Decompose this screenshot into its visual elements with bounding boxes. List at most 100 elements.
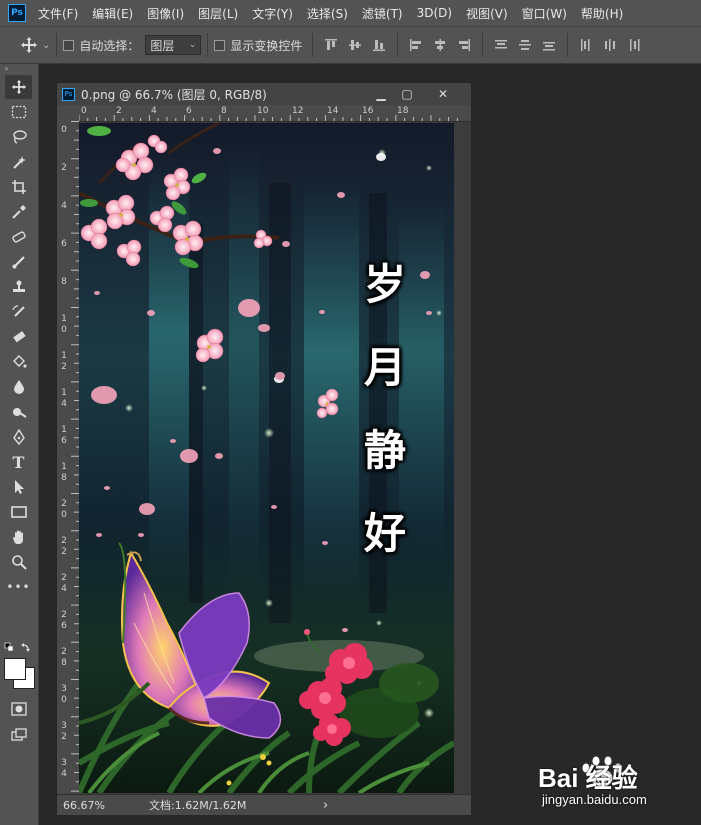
- ruler-mark: 2: [116, 106, 122, 116]
- menu-view[interactable]: 视图(V): [466, 5, 508, 22]
- separator: [397, 33, 399, 57]
- tools-panel: » T •••: [0, 64, 39, 825]
- ruler-mark: 30: [61, 684, 67, 705]
- more-tools-icon[interactable]: •••: [5, 575, 32, 599]
- ruler-mark: 6: [61, 239, 67, 249]
- menu-window[interactable]: 窗口(W): [522, 5, 567, 22]
- distribute-left-icon[interactable]: [579, 38, 593, 52]
- align-left-icon[interactable]: [409, 38, 423, 52]
- separator: [482, 33, 484, 57]
- crop-tool-icon[interactable]: [5, 175, 32, 199]
- align-top-icon[interactable]: [324, 38, 338, 52]
- separator: [567, 33, 569, 57]
- distribute-center-icon[interactable]: [518, 38, 532, 52]
- auto-select-dropdown[interactable]: 图层 ⌄: [145, 35, 202, 55]
- eyedropper-tool-icon[interactable]: [5, 200, 32, 224]
- document-ps-icon: Ps: [62, 87, 75, 101]
- auto-select-label: 自动选择：: [79, 38, 140, 53]
- dropdown-chevron-icon: ⌄: [188, 40, 197, 50]
- close-button[interactable]: ✕: [427, 83, 459, 105]
- ruler-mark: 10: [257, 106, 269, 116]
- distribute-horizontal-icon[interactable]: [603, 38, 617, 52]
- ruler-mark: 20: [61, 499, 67, 520]
- distribute-top-icon[interactable]: [494, 38, 508, 52]
- document-title-bar[interactable]: Ps 0.png @ 66.7% (图层 0, RGB/8) ▁ ▢ ✕: [57, 83, 471, 106]
- show-transform-checkbox[interactable]: [214, 39, 226, 51]
- watermark-url: jingyan.baidu.com: [542, 792, 647, 807]
- move-tool-preset-icon[interactable]: [20, 36, 38, 54]
- ruler-mark: 4: [151, 106, 157, 116]
- ruler-mark: 8: [61, 277, 67, 287]
- foreground-color-swatch[interactable]: [4, 658, 26, 680]
- quick-mask-icon[interactable]: [5, 697, 32, 721]
- lasso-tool-icon[interactable]: [5, 125, 32, 149]
- clone-stamp-tool-icon[interactable]: [5, 275, 32, 299]
- menu-help[interactable]: 帮助(H): [581, 5, 623, 22]
- ruler-mark: 26: [61, 610, 67, 631]
- path-select-tool-icon[interactable]: [5, 475, 32, 499]
- quick-select-tool-icon[interactable]: [5, 150, 32, 174]
- ruler-mark: 28: [61, 647, 67, 668]
- document-size-info: 文档:1.62M/1.62M: [149, 799, 247, 812]
- poem-char: 岁: [363, 260, 406, 309]
- canvas-image[interactable]: 岁 月 静 好: [79, 123, 454, 793]
- ruler-mark: 2: [61, 163, 67, 173]
- align-vertical-center-icon[interactable]: [348, 38, 362, 52]
- eraser-tool-icon[interactable]: [5, 325, 32, 349]
- vertical-ruler[interactable]: 0 2 4 6 8 10 12 14 16 18 20 22 24 26 28 …: [57, 121, 80, 795]
- distribute-right-icon[interactable]: [627, 38, 641, 52]
- move-tool-icon[interactable]: [5, 75, 32, 99]
- brush-tool-icon[interactable]: [5, 250, 32, 274]
- zoom-tool-icon[interactable]: [5, 550, 32, 574]
- pen-tool-icon[interactable]: [5, 425, 32, 449]
- zoom-level[interactable]: 66.67%: [57, 799, 111, 812]
- ruler-mark: 4: [61, 201, 67, 211]
- healing-brush-tool-icon[interactable]: [5, 225, 32, 249]
- ruler-origin[interactable]: [57, 105, 80, 122]
- document-title: 0.png @ 66.7% (图层 0, RGB/8): [81, 87, 267, 102]
- default-colors-icon[interactable]: [4, 642, 34, 654]
- show-transform-label: 显示变换控件: [230, 38, 303, 53]
- paint-bucket-tool-icon[interactable]: [5, 350, 32, 374]
- menu-file[interactable]: 文件(F): [38, 5, 78, 22]
- align-bottom-icon[interactable]: [372, 38, 386, 52]
- dodge-tool-icon[interactable]: [5, 400, 32, 424]
- menu-layer[interactable]: 图层(L): [198, 5, 238, 22]
- maximize-button[interactable]: ▢: [391, 83, 423, 105]
- horizontal-ruler[interactable]: 0 2 4 6 8 10 12 14 16 18: [79, 105, 471, 122]
- menu-type[interactable]: 文字(Y): [252, 5, 293, 22]
- menu-3d[interactable]: 3D(D): [417, 6, 452, 20]
- hand-tool-icon[interactable]: [5, 525, 32, 549]
- align-right-icon[interactable]: [457, 38, 471, 52]
- options-bar: ⌄ 自动选择： 图层 ⌄ 显示变换控件: [0, 26, 701, 64]
- distribute-bottom-icon[interactable]: [542, 38, 556, 52]
- ruler-mark: 16: [61, 425, 67, 446]
- ruler-mark: 14: [61, 388, 67, 409]
- ruler-mark: 12: [61, 351, 67, 372]
- preset-chevron-down-icon[interactable]: ⌄: [42, 40, 50, 51]
- panel-collapse-icon[interactable]: »: [0, 64, 38, 74]
- align-horizontal-center-icon[interactable]: [433, 38, 447, 52]
- ruler-mark: 24: [61, 573, 67, 594]
- separator: [312, 33, 314, 57]
- menu-edit[interactable]: 编辑(E): [92, 5, 133, 22]
- status-menu-arrow-icon[interactable]: ›: [323, 798, 328, 813]
- type-tool-icon[interactable]: T: [5, 450, 32, 474]
- menu-filter[interactable]: 滤镜(T): [362, 5, 403, 22]
- ruler-mark: 10: [61, 314, 67, 335]
- history-brush-tool-icon[interactable]: [5, 300, 32, 324]
- auto-select-checkbox[interactable]: [63, 39, 75, 51]
- ruler-mark: 34: [61, 758, 67, 779]
- menu-image[interactable]: 图像(I): [147, 5, 184, 22]
- menu-select[interactable]: 选择(S): [307, 5, 348, 22]
- ruler-mark: 16: [362, 106, 374, 116]
- marquee-tool-icon[interactable]: [5, 100, 32, 124]
- rectangle-tool-icon[interactable]: [5, 500, 32, 524]
- screen-mode-icon[interactable]: [5, 723, 32, 747]
- status-bar: 66.67% 文档:1.62M/1.62M ›: [57, 794, 471, 815]
- blur-tool-icon[interactable]: [5, 375, 32, 399]
- poem-char: 静: [363, 426, 406, 475]
- ruler-mark: 18: [397, 106, 409, 116]
- poem-text: 岁 月 静 好: [359, 243, 411, 575]
- menu-bar: Ps 文件(F) 编辑(E) 图像(I) 图层(L) 文字(Y) 选择(S) 滤…: [0, 0, 701, 26]
